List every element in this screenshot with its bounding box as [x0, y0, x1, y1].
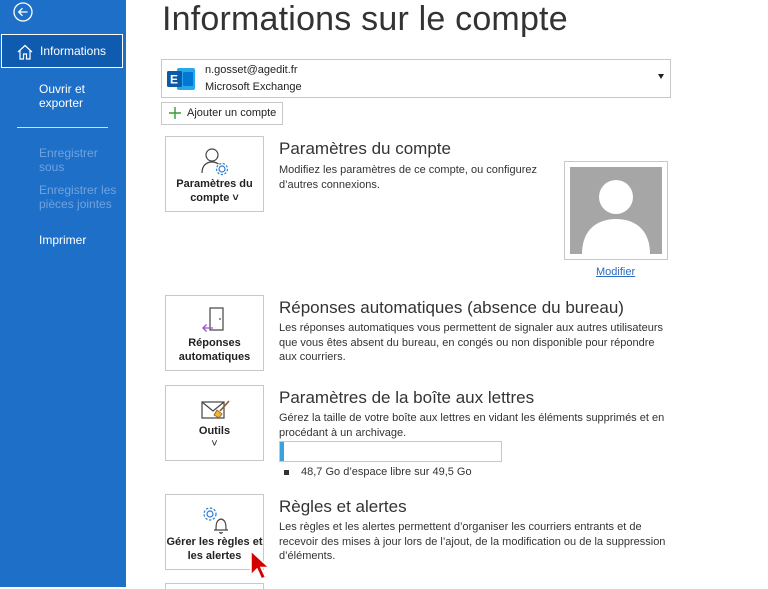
rules-alerts-description: Les règles et les alertes permettent d’o…	[279, 521, 666, 562]
mailbox-quota-bar	[279, 441, 502, 462]
page-title: Informations sur le compte	[162, 0, 568, 38]
account-settings-description: Modifiez les paramètres de ce compte, ou…	[279, 164, 538, 191]
account-type: Microsoft Exchange	[205, 81, 302, 93]
account-email: n.gosset@agedit.fr	[205, 64, 298, 76]
add-account-button[interactable]: Ajouter un compte	[161, 102, 283, 125]
add-account-label: Ajouter un compte	[187, 107, 277, 119]
account-selector[interactable]: E n.gosset@agedit.fr Microsoft Exchange	[161, 59, 671, 98]
sidebar-item-informations[interactable]: Informations	[1, 34, 123, 68]
plus-icon	[169, 107, 181, 119]
automatic-replies-title: Réponses automatiques (absence du bureau…	[279, 298, 624, 317]
automatic-replies-description: Les réponses automatiques vous permetten…	[279, 322, 663, 363]
mail-broom-icon	[201, 400, 230, 419]
home-icon	[17, 44, 33, 60]
door-arrow-icon	[202, 307, 224, 332]
user-gear-icon	[201, 148, 229, 176]
modify-photo-link[interactable]: Modifier	[596, 266, 635, 278]
avatar	[564, 161, 668, 260]
chevron-down-icon: ˅	[211, 438, 218, 450]
sidebar-item-save-attachments: Enregistrer les pièces jointes	[39, 183, 117, 211]
mouse-pointer-icon	[250, 549, 271, 581]
tools-tile-label: Outils	[198, 425, 231, 437]
sidebar: Informations Ouvrir et exporter Enregist…	[0, 0, 126, 587]
avatar-placeholder-icon	[582, 180, 650, 254]
svg-text:E: E	[170, 73, 178, 87]
automatic-replies-tile-label: Réponses automatiques	[178, 337, 251, 363]
mailbox-quota-text: 48,7 Go d’espace libre sur 49,5 Go	[301, 466, 472, 478]
exchange-icon: E	[167, 68, 195, 90]
account-settings-button[interactable]: Paramètres du compte ˅	[165, 136, 264, 212]
mailbox-quota-fill	[280, 442, 284, 461]
back-arrow-icon[interactable]	[13, 2, 33, 22]
next-section-tile[interactable]	[165, 583, 264, 589]
bullet-icon	[284, 470, 289, 475]
account-settings-title: Paramètres du compte	[279, 139, 451, 158]
sidebar-item-print[interactable]: Imprimer	[39, 233, 121, 247]
gear-bell-icon	[203, 507, 228, 534]
mailbox-settings-description: Gérez la taille de votre boîte aux lettr…	[279, 412, 665, 439]
sidebar-item-save-as: Enregistrer sous	[39, 146, 98, 174]
account-settings-tile-label: Paramètres du compte ˅	[176, 178, 253, 204]
automatic-replies-button[interactable]: Réponses automatiques	[165, 295, 264, 371]
mailbox-settings-title: Paramètres de la boîte aux lettres	[279, 388, 535, 407]
rules-alerts-title: Règles et alertes	[279, 497, 407, 516]
tools-button[interactable]: Outils ˅	[165, 385, 264, 461]
chevron-down-icon[interactable]	[658, 74, 664, 79]
sidebar-item-label: Informations	[40, 44, 107, 58]
sidebar-divider	[17, 127, 108, 128]
sidebar-item-open-export[interactable]: Ouvrir et exporter	[39, 82, 121, 110]
